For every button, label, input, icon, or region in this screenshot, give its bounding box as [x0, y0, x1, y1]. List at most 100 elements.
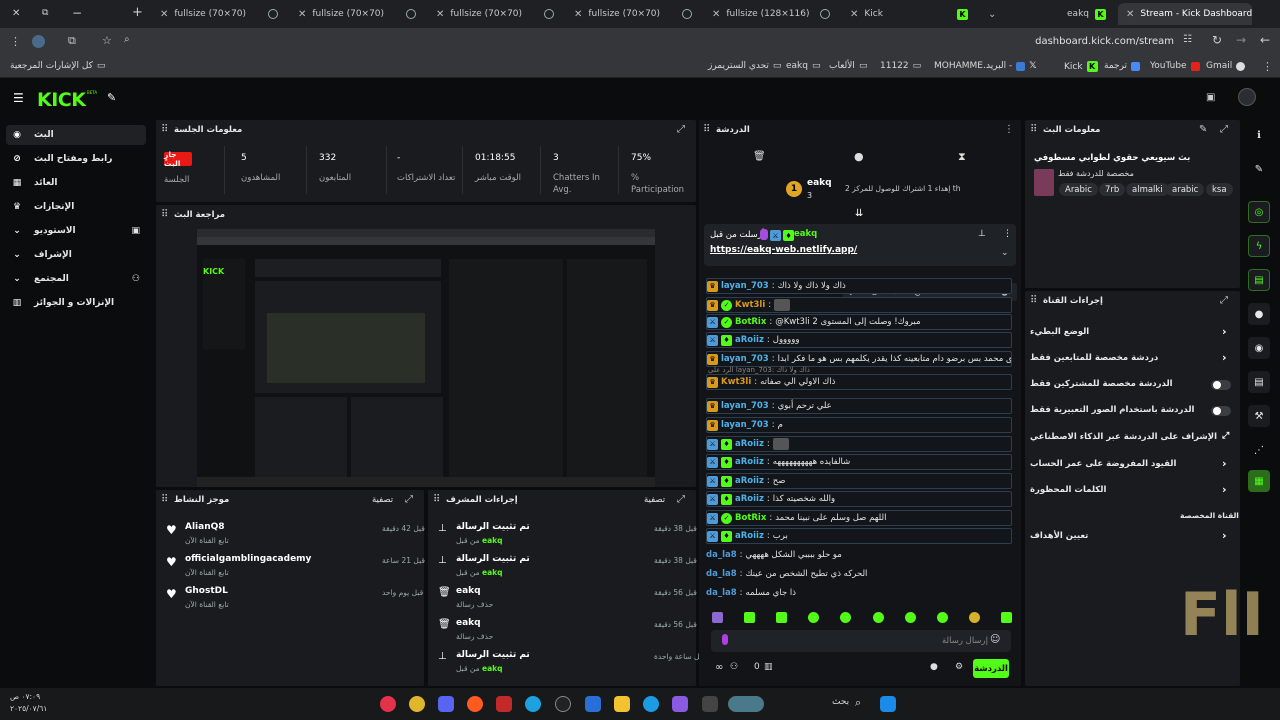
pinned-user[interactable]: eakq — [794, 229, 817, 239]
chevron-right-icon[interactable]: › — [1222, 529, 1227, 542]
widget-icon[interactable] — [728, 696, 764, 712]
drag-handle-icon[interactable]: ⠿ — [433, 494, 440, 505]
drag-handle-icon[interactable]: ⠿ — [1030, 124, 1037, 135]
more-options-icon[interactable]: ⋮ — [1003, 229, 1012, 239]
close-icon[interactable]: ✕ — [298, 9, 306, 20]
close-icon[interactable]: ✕ — [436, 9, 444, 20]
forward-icon[interactable]: → — [1236, 33, 1246, 47]
chat-username[interactable]: Kwt3li — [735, 300, 765, 310]
emote-icon[interactable] — [936, 611, 948, 623]
activity-filter[interactable]: تصفية — [372, 495, 393, 505]
store-icon[interactable] — [585, 696, 601, 712]
site-settings-icon[interactable]: ☷ — [1183, 34, 1192, 45]
user-avatar[interactable] — [1238, 88, 1256, 106]
bookmark-num[interactable]: 11122 ▭ — [880, 61, 921, 71]
channel-action-item[interactable]: الدردشة مخصصة للمشتركين فقط — [1030, 377, 1231, 395]
chat-username[interactable]: aRoiiz — [735, 476, 764, 486]
drag-handle-icon[interactable]: ⠿ — [1030, 295, 1037, 306]
url-text[interactable]: dashboard.kick.com/stream — [1035, 36, 1174, 47]
browser-tab[interactable]: ✕ fullsize (70×70) — [290, 3, 424, 25]
pin-icon[interactable]: ⊥ — [978, 229, 986, 239]
chat-message[interactable]: ⚔ ♦ aRoiiz: — [706, 436, 1012, 452]
folder-icon[interactable] — [614, 696, 630, 712]
activity-user[interactable]: officialgamblingacademy — [185, 554, 311, 564]
chat-message[interactable]: ♛ ✓ Kwt3li: — [706, 297, 1012, 313]
broadcast-icon[interactable]: ◉ — [1248, 337, 1270, 359]
popout-icon[interactable]: ⤢ — [677, 124, 685, 135]
tab-close-icon[interactable]: ✕ — [12, 8, 20, 19]
drag-handle-icon[interactable]: ⠿ — [161, 494, 168, 505]
emote-icon[interactable] — [840, 611, 852, 623]
hamburger-menu-icon[interactable]: ☰ — [13, 91, 24, 105]
search-icon[interactable]: ⌕ — [124, 34, 130, 45]
chat-username[interactable]: aRoiiz — [735, 531, 764, 541]
app-store-icon[interactable]: ▦ — [1248, 470, 1270, 492]
mod-by-user[interactable]: eakq — [482, 536, 503, 545]
menu-dots-icon[interactable]: ⋮ — [10, 35, 21, 48]
minimize-icon[interactable]: − — [72, 6, 82, 20]
activity-user[interactable]: AlianQ8 — [185, 522, 225, 532]
share-icon[interactable]: ⋰ — [1248, 439, 1270, 461]
emote-icon[interactable] — [904, 611, 916, 623]
chat-message[interactable]: da_la8: مو حلو ببببي الشكل ههههي — [706, 547, 1012, 563]
mod-action[interactable]: eakq — [456, 586, 481, 596]
chat-username[interactable]: BotRix — [735, 513, 766, 523]
chat-username[interactable]: layan_703 — [721, 420, 769, 430]
stream-video[interactable]: KICK — [197, 229, 655, 487]
edge-icon[interactable] — [643, 696, 659, 712]
app-icon[interactable] — [525, 696, 541, 712]
app-icon[interactable] — [672, 696, 688, 712]
chat-username[interactable]: da_la8 — [706, 550, 737, 560]
browser-tab[interactable]: ✕ fullsize (70×70) — [152, 3, 286, 25]
sidebar-item-moderation[interactable]: ⌄ الإشراف — [6, 245, 146, 265]
pinned-link[interactable]: https://eakq-web.netlify.app/ — [710, 245, 857, 255]
new-tab-icon[interactable]: + — [132, 5, 143, 20]
chat-bubble-icon[interactable]: ● — [854, 150, 864, 163]
trash-icon[interactable]: 🗑 — [753, 151, 766, 162]
chat-message[interactable]: ♛ layan_703: علي ترحم أبوي — [706, 398, 1012, 414]
chat-message[interactable]: da_la8: ذا جاي مسلمه — [706, 585, 1012, 601]
popout-icon[interactable]: ⤢ — [405, 494, 413, 505]
channel-action-item[interactable]: دردشة مخصصة للمتابعين فقط › — [1030, 351, 1230, 369]
leaderboard-user[interactable]: eakq — [807, 178, 832, 188]
layout-icon[interactable]: ▤ — [1248, 371, 1270, 393]
bookmark-gmail[interactable]: Gmail — [1206, 61, 1246, 71]
chat-message[interactable]: ⚔ ♦ aRoiiz: والله شخصيته كذا — [706, 491, 1012, 507]
tag-chip[interactable]: 7rb — [1099, 183, 1126, 196]
mod-by-user[interactable]: eakq — [482, 568, 503, 577]
chat-message[interactable]: ♛ layan_703: م — [706, 417, 1012, 433]
mic-icon[interactable] — [722, 634, 728, 645]
chat-bubble-icon[interactable]: ● — [930, 662, 938, 672]
browser-tab[interactable]: ✕ fullsize (128×116) — [704, 3, 838, 25]
app-icon[interactable] — [380, 696, 396, 712]
popout-icon[interactable]: ⤢ — [1220, 124, 1228, 135]
send-chat-button[interactable]: الدردشة — [973, 659, 1009, 678]
chat-message[interactable]: ⚔ ✓ BotRix: اللهم صل وسلم على نبينا محمد — [706, 510, 1012, 526]
restore-icon[interactable]: ⧉ — [42, 8, 48, 18]
emote-icon[interactable] — [776, 611, 788, 623]
chevron-right-icon[interactable]: › — [1222, 483, 1227, 496]
chevron-down-icon[interactable]: ⌄ — [1001, 248, 1009, 258]
bookmark-games[interactable]: الألعاب ▭ — [829, 61, 867, 71]
windows-start-icon[interactable] — [880, 696, 896, 712]
settings-gear-icon[interactable]: ⚙ — [955, 662, 963, 672]
mod-by-user[interactable]: eakq — [482, 664, 503, 673]
chat-username[interactable]: aRoiiz — [735, 457, 764, 467]
toggle-switch[interactable] — [1211, 380, 1231, 390]
channel-action-item[interactable]: القيود المفروضة على عمر الحساب › — [1030, 457, 1230, 475]
chat-username[interactable]: aRoiiz — [735, 335, 764, 345]
sidebar-item-stream[interactable]: ◉ البث — [6, 125, 146, 145]
tag-chip[interactable]: Arabic — [1059, 183, 1098, 196]
edit-icon[interactable]: ✎ — [1248, 158, 1270, 180]
chat-username[interactable]: BotRix — [735, 317, 766, 327]
discord-icon[interactable] — [438, 696, 454, 712]
more-options-icon[interactable]: ⋮ — [1004, 124, 1014, 135]
users-icon[interactable]: ⚇ — [730, 662, 738, 672]
chat-username[interactable]: layan_703 — [721, 401, 769, 411]
back-icon[interactable]: ← — [1260, 33, 1270, 47]
pin-icon[interactable]: ✎ — [107, 91, 116, 104]
bookmark-eakq[interactable]: eakq ▭ — [786, 61, 821, 71]
browser-tab[interactable]: ✕ Kick K — [842, 3, 976, 25]
more-bookmarks-icon[interactable]: ⋮ — [1262, 60, 1273, 73]
app-icon[interactable] — [467, 696, 483, 712]
